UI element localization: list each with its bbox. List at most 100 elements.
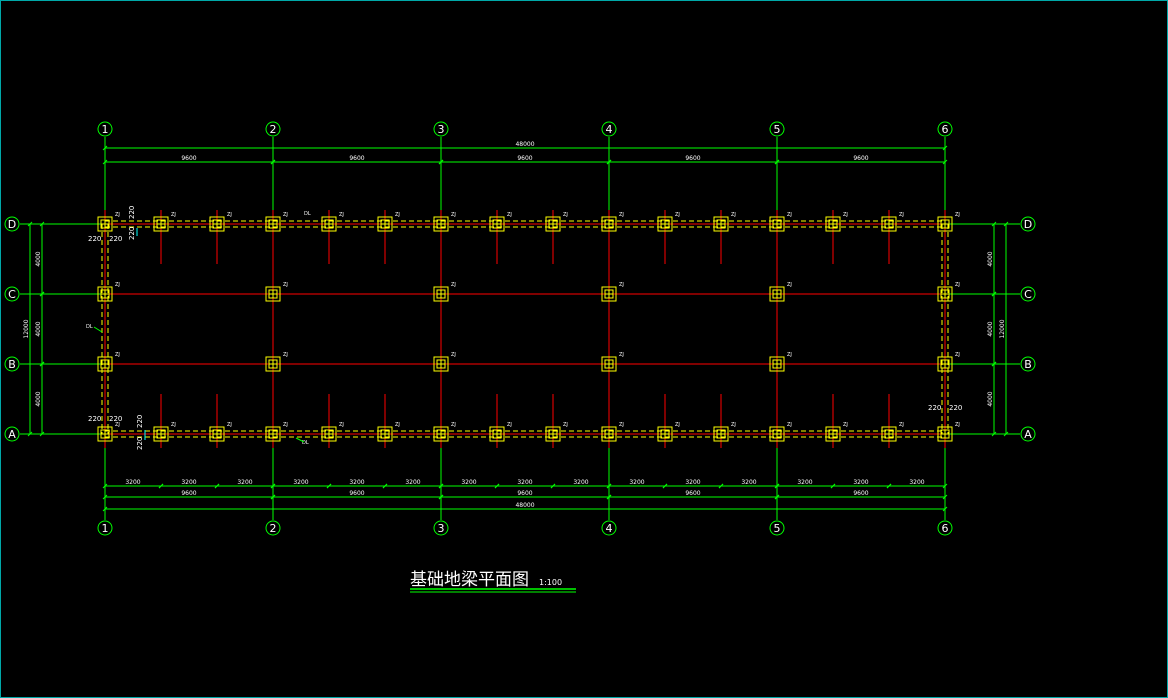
pile-label: ZJ xyxy=(115,212,120,218)
axis-bubble-top-4[interactable]: 4 xyxy=(601,121,617,137)
axis-bubble-bottom-3[interactable]: 3 xyxy=(433,520,449,536)
pile-label: ZJ xyxy=(843,212,848,218)
pile-label: ZJ xyxy=(395,422,400,428)
axis-bubble-top-2[interactable]: 2 xyxy=(265,121,281,137)
drawing-scale: 1:100 xyxy=(539,578,562,587)
axis-bubble-left-A[interactable]: A xyxy=(4,426,20,442)
pile-label: ZJ xyxy=(563,422,568,428)
axis-bubble-bottom-4[interactable]: 4 xyxy=(601,520,617,536)
bottom-sub-dim-text: 3200 xyxy=(741,479,756,486)
pile-label: ZJ xyxy=(619,282,624,288)
offset-dim: 220 xyxy=(88,235,101,243)
axis-bubble-right-D[interactable]: D xyxy=(1020,216,1036,232)
bottom-sub-dim-text: 3200 xyxy=(237,479,252,486)
axis-grid xyxy=(20,137,1020,520)
foundation-beam-plan-drawing[interactable]: ZJ ZJ ZJ ZJ ZJ ZJ ZJ ZJ ZJ ZJ ZJ ZJ ZJ ZJ ZJ ZJ ZJ ZJ ZJ ZJ… xyxy=(0,0,1168,698)
top-bay-dim-text: 9600 xyxy=(181,155,196,162)
pile-label: ZJ xyxy=(787,352,792,358)
bottom-bay-dim-text: 9600 xyxy=(853,490,868,497)
axis-bubble-top-4-label: 4 xyxy=(606,123,613,136)
axis-bubble-bottom-5-label: 5 xyxy=(774,522,781,535)
axis-bubble-bottom-4-label: 4 xyxy=(606,522,613,535)
pile-label: ZJ xyxy=(171,212,176,218)
pile-label: ZJ xyxy=(955,212,960,218)
bottom-bay-dim-text: 9600 xyxy=(181,490,196,497)
pile-cap: ZJ xyxy=(97,352,120,372)
pile-label: ZJ xyxy=(899,212,904,218)
axis-bubble-bottom-1[interactable]: 1 xyxy=(97,520,113,536)
bottom-sub-dim-text: 3200 xyxy=(853,479,868,486)
bottom-sub-dim-text: 3200 xyxy=(909,479,924,486)
axis-bubble-top-3[interactable]: 3 xyxy=(433,121,449,137)
pile-label: ZJ xyxy=(171,422,176,428)
axis-bubbles[interactable]: 1 1 2 2 3 3 4 4 5 5 6 6 D D C C B B A A xyxy=(4,121,1036,536)
axis-bubble-left-D[interactable]: D xyxy=(4,216,20,232)
axis-bubble-right-C[interactable]: C xyxy=(1020,286,1036,302)
axis-bubble-bottom-2[interactable]: 2 xyxy=(265,520,281,536)
axis-bubble-left-B[interactable]: B xyxy=(4,356,20,372)
offset-dim: 220 xyxy=(109,415,122,423)
axis-bubble-top-1[interactable]: 1 xyxy=(97,121,113,137)
axis-bubble-top-6-label: 6 xyxy=(942,123,949,136)
bottom-sub-dim-text: 3200 xyxy=(293,479,308,486)
pile-label: ZJ xyxy=(227,422,232,428)
pile-label: ZJ xyxy=(283,422,288,428)
pile-label: ZJ xyxy=(787,422,792,428)
axis-bubble-top-5[interactable]: 5 xyxy=(769,121,785,137)
axis-bubble-right-B[interactable]: B xyxy=(1020,356,1036,372)
offset-dim: 220 xyxy=(88,415,101,423)
pile-cap: ZJ xyxy=(937,422,960,442)
pile-cap: ZJ xyxy=(601,352,624,372)
axis-bubble-bottom-1-label: 1 xyxy=(102,522,109,535)
axis-bubble-right-B-label: B xyxy=(1024,358,1032,371)
offset-dim: 220 xyxy=(109,235,122,243)
right-seg-dim-text: 4000 xyxy=(987,251,994,266)
axis-bubble-top-5-label: 5 xyxy=(774,123,781,136)
pile-label: ZJ xyxy=(899,422,904,428)
pile-cap: ZJ xyxy=(433,282,456,302)
left-seg-dim-text: 4000 xyxy=(35,391,42,406)
top-bay-dim-text: 9600 xyxy=(853,155,868,162)
axis-bubble-top-6[interactable]: 6 xyxy=(937,121,953,137)
pile-label: ZJ xyxy=(283,282,288,288)
axis-bubble-left-B-label: B xyxy=(8,358,16,371)
pile-label: ZJ xyxy=(955,282,960,288)
pile-cap: ZJ xyxy=(433,352,456,372)
pile-cap: ZJ xyxy=(601,282,624,302)
pile-label: ZJ xyxy=(787,282,792,288)
axis-bubble-bottom-5[interactable]: 5 xyxy=(769,520,785,536)
axis-bubble-bottom-6[interactable]: 6 xyxy=(937,520,953,536)
beam-label: DL xyxy=(302,440,309,446)
bottom-bay-dim-text: 9600 xyxy=(349,490,364,497)
beam-label: DL xyxy=(86,324,93,330)
top-bay-dim-text: 9600 xyxy=(517,155,532,162)
pile-cap: ZJ xyxy=(769,352,792,372)
ground-beams xyxy=(101,210,949,448)
bottom-sub-dim-text: 3200 xyxy=(517,479,532,486)
offset-dim-vertical: 220 xyxy=(136,415,144,428)
axis-bubble-top-3-label: 3 xyxy=(438,123,445,136)
axis-bubble-left-D-label: D xyxy=(8,218,16,231)
offset-dim: 220 xyxy=(928,404,941,412)
bottom-sub-dim-text: 3200 xyxy=(797,479,812,486)
axis-bubble-right-D-label: D xyxy=(1024,218,1032,231)
pile-caps: ZJ ZJ ZJ ZJ ZJ ZJ ZJ ZJ ZJ ZJ ZJ ZJ ZJ ZJ ZJ ZJ ZJ ZJ ZJ ZJ… xyxy=(97,212,960,442)
bottom-sub-dim-text: 3200 xyxy=(181,479,196,486)
top-bay-dim-text: 9600 xyxy=(349,155,364,162)
bottom-sub-dim-text: 3200 xyxy=(685,479,700,486)
pile-cap: ZJ xyxy=(937,282,960,302)
axis-bubble-right-A[interactable]: A xyxy=(1020,426,1036,442)
beam-label-leader xyxy=(93,326,103,333)
pile-label: ZJ xyxy=(451,352,456,358)
bottom-total-dim-text: 48000 xyxy=(515,502,534,509)
right-seg-dim-text: 4000 xyxy=(987,391,994,406)
right-seg-dim-text: 4000 xyxy=(987,321,994,336)
axis-bubble-left-C[interactable]: C xyxy=(4,286,20,302)
pile-label: ZJ xyxy=(787,212,792,218)
pile-cap: ZJ xyxy=(937,352,960,372)
bottom-sub-dim-text: 3200 xyxy=(349,479,364,486)
pile-label: ZJ xyxy=(283,212,288,218)
dimension-lines: DL DL DL 220 220 220 220 220 220 220 220 220 220 4800… xyxy=(23,141,1009,512)
axis-bubble-right-C-label: C xyxy=(1024,288,1032,301)
pile-label: ZJ xyxy=(115,282,120,288)
